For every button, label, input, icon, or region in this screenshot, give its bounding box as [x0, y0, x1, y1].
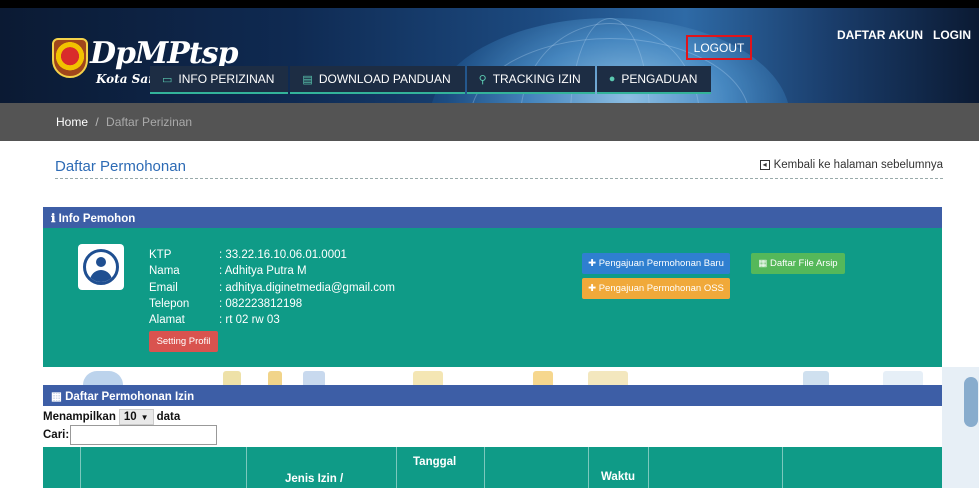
background-decoration: [43, 367, 942, 385]
back-link[interactable]: ◂ Kembali ke halaman sebelumnya: [759, 159, 943, 171]
search-icon: ⚲: [478, 73, 487, 86]
arrow-left-icon: ◂: [759, 160, 770, 170]
nav-label: INFO PERIZINAN: [178, 72, 275, 86]
search-control: Cari:: [43, 425, 218, 445]
top-band: [0, 0, 979, 8]
nav-label: DOWNLOAD PANDUAN: [318, 72, 451, 86]
info-value: : rt 02 rw 03: [219, 314, 280, 327]
back-link-label: Kembali ke halaman sebelumnya: [773, 159, 943, 171]
info-label: Alamat: [149, 314, 185, 327]
nav-label: PENGADUAN: [621, 72, 698, 86]
info-value: : adhitya.diginetmedia@gmail.com: [219, 281, 395, 294]
nav-label: TRACKING IZIN: [492, 72, 581, 86]
file-icon: ▤: [302, 73, 313, 86]
info-icon: ℹ: [51, 213, 56, 225]
chevron-down-icon: ▼: [140, 412, 149, 422]
page-length-value: 10: [123, 411, 137, 423]
avatar: [78, 244, 124, 290]
breadcrumb-current: Daftar Perizinan: [106, 115, 193, 129]
nav-info-perizinan[interactable]: ▭ INFO PERIZINAN: [150, 66, 289, 94]
info-row: Alamat : rt 02 rw 03: [149, 312, 395, 328]
page-title: Daftar Permohonan: [55, 158, 186, 175]
title-divider: [55, 178, 943, 179]
button-label: Pengajuan Permohonan OSS: [598, 283, 724, 294]
info-row: Email : adhitya.diginetmedia@gmail.com: [149, 280, 395, 296]
info-value: : 33.22.16.10.06.01.0001: [219, 249, 347, 261]
nav-pengaduan[interactable]: ● PENGADUAN: [596, 66, 712, 94]
main-nav: ▭ INFO PERIZINAN ▤ DOWNLOAD PANDUAN ⚲ TR…: [150, 66, 712, 94]
info-label: KTP: [149, 249, 172, 261]
breadcrumb-home[interactable]: Home: [56, 115, 88, 129]
info-pemohon-title: Info Pemohon: [58, 213, 136, 225]
column-header[interactable]: [649, 447, 783, 488]
column-header[interactable]: [485, 447, 589, 488]
breadcrumb-bar: Home / Daftar Perizinan: [0, 103, 979, 141]
info-row: KTP : 33.22.16.10.06.01.0001: [149, 247, 395, 263]
info-value: : 082223812198: [219, 297, 303, 310]
setting-profil-button[interactable]: Setting Profil: [149, 331, 218, 352]
side-decoration: [942, 367, 979, 488]
chat-icon: ●: [608, 73, 616, 85]
plus-icon: ✚: [588, 258, 599, 269]
site-header: DpMPtsp Kota Sam DAFTAR AKUN LOGIN LOGOU…: [0, 8, 979, 103]
table-icon: ▦: [51, 391, 62, 403]
pengajuan-baru-button[interactable]: ✚ Pengajuan Permohonan Baru: [582, 253, 730, 274]
column-header[interactable]: [783, 447, 942, 488]
column-header[interactable]: [81, 447, 247, 488]
emblem-icon: [52, 38, 88, 78]
info-label: Nama: [149, 265, 180, 278]
page-length-control: Menampilkan 10 ▼ data: [43, 409, 180, 425]
plus-icon: ✚: [588, 283, 599, 294]
folder-icon: ▭: [162, 73, 173, 86]
pengajuan-oss-button[interactable]: ✚ Pengajuan Permohonan OSS: [582, 278, 730, 299]
column-header-jenis-izin[interactable]: Jenis Izin /: [247, 447, 397, 488]
info-row: Nama : Adhitya Putra M: [149, 263, 395, 279]
column-header[interactable]: [43, 447, 81, 488]
info-row: Telepon : 082223812198: [149, 296, 395, 312]
applicant-info: KTP : 33.22.16.10.06.01.0001 Nama : Adhi…: [149, 247, 395, 328]
daftar-izin-heading: ▦ Daftar Permohonan Izin: [43, 385, 942, 406]
nav-download-panduan[interactable]: ▤ DOWNLOAD PANDUAN: [290, 66, 465, 94]
info-value: : Adhitya Putra M: [219, 265, 307, 278]
table-header: Jenis Izin / Tanggal Waktu: [43, 447, 942, 488]
search-input[interactable]: [70, 425, 218, 445]
top-links: DAFTAR AKUN LOGIN: [837, 28, 971, 42]
search-label: Cari:: [43, 429, 70, 441]
column-header-tanggal[interactable]: Tanggal: [397, 447, 485, 488]
logout-button[interactable]: LOGOUT: [686, 35, 752, 60]
info-label: Email: [149, 281, 178, 294]
breadcrumb: Home / Daftar Perizinan: [56, 115, 192, 129]
info-pemohon-heading: ℹ Info Pemohon: [43, 207, 942, 228]
daftar-akun-link[interactable]: DAFTAR AKUN: [837, 28, 923, 42]
table-icon: ▦: [758, 258, 771, 269]
daftar-file-arsip-button[interactable]: ▦ Daftar File Arsip: [751, 253, 845, 274]
nav-tracking-izin[interactable]: ⚲ TRACKING IZIN: [466, 66, 595, 94]
button-label: Pengajuan Permohonan Baru: [598, 258, 724, 269]
breadcrumb-separator: /: [95, 115, 99, 129]
button-label: Daftar File Arsip: [770, 258, 838, 269]
user-icon: [83, 249, 119, 285]
show-prefix: Menampilkan: [43, 411, 116, 423]
column-header-waktu[interactable]: Waktu: [589, 447, 649, 488]
daftar-izin-title: Daftar Permohonan Izin: [65, 391, 195, 403]
page-length-select[interactable]: 10 ▼: [118, 409, 154, 425]
login-link[interactable]: LOGIN: [933, 28, 971, 42]
show-suffix: data: [156, 411, 181, 423]
info-label: Telepon: [149, 297, 190, 310]
